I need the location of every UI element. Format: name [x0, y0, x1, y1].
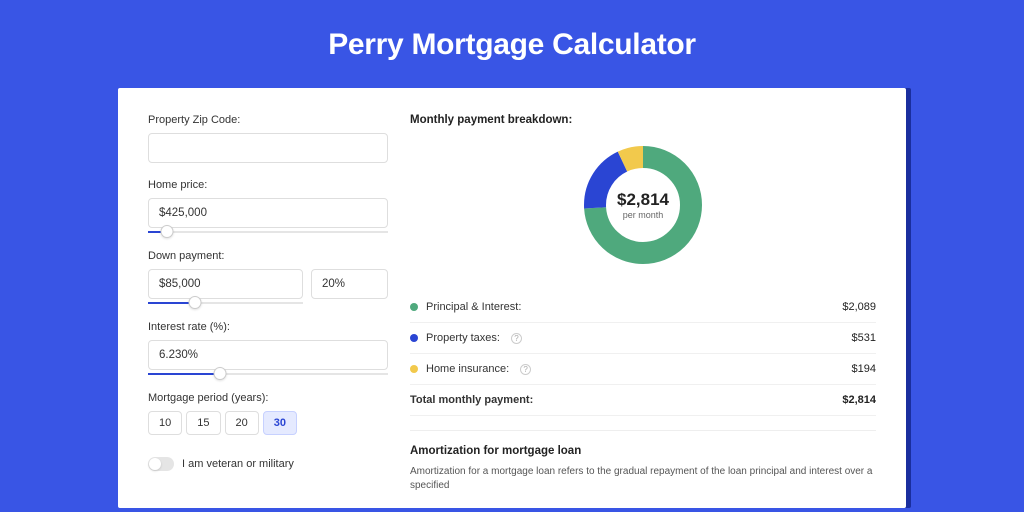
legend-home-insurance: Home insurance: ? $194 — [410, 354, 876, 385]
down-payment-slider[interactable] — [148, 302, 303, 304]
total-value: $2,814 — [842, 394, 876, 406]
donut-center: $2,814 per month — [617, 190, 669, 220]
amortization-section: Amortization for mortgage loan Amortizat… — [410, 430, 876, 493]
total-label: Total monthly payment: — [410, 394, 533, 406]
zip-input[interactable] — [148, 133, 388, 163]
help-icon[interactable]: ? — [511, 333, 522, 344]
help-icon[interactable]: ? — [520, 364, 531, 375]
legend-total: Total monthly payment: $2,814 — [410, 385, 876, 416]
home-price-slider[interactable] — [148, 231, 388, 233]
veteran-label: I am veteran or military — [182, 458, 294, 470]
input-panel: Property Zip Code: Home price: Down paym… — [148, 114, 388, 508]
legend-label: Property taxes: — [426, 332, 500, 344]
period-button-group: 10 15 20 30 — [148, 411, 388, 435]
zip-label: Property Zip Code: — [148, 114, 388, 126]
period-option-15[interactable]: 15 — [186, 411, 220, 435]
slider-handle-icon[interactable] — [161, 225, 174, 238]
amortization-text: Amortization for a mortgage loan refers … — [410, 465, 876, 493]
veteran-toggle[interactable] — [148, 457, 174, 471]
interest-label: Interest rate (%): — [148, 321, 388, 333]
field-zip: Property Zip Code: — [148, 114, 388, 163]
field-home-price: Home price: — [148, 179, 388, 228]
donut-amount: $2,814 — [617, 190, 669, 210]
home-price-label: Home price: — [148, 179, 388, 191]
amortization-title: Amortization for mortgage loan — [410, 445, 876, 457]
veteran-toggle-row: I am veteran or military — [148, 457, 388, 471]
dot-green-icon — [410, 303, 418, 311]
slider-handle-icon[interactable] — [188, 296, 201, 309]
donut-area: $2,814 per month — [410, 140, 876, 270]
donut-sub: per month — [617, 210, 669, 220]
legend-label: Home insurance: — [426, 363, 509, 375]
slider-handle-icon[interactable] — [214, 367, 227, 380]
home-price-input[interactable] — [148, 198, 388, 228]
period-option-10[interactable]: 10 — [148, 411, 182, 435]
breakdown-title: Monthly payment breakdown: — [410, 114, 876, 126]
breakdown-panel: Monthly payment breakdown: $2,814 per mo… — [410, 114, 876, 508]
down-payment-label: Down payment: — [148, 250, 388, 262]
legend-property-taxes: Property taxes: ? $531 — [410, 323, 876, 354]
legend-value: $531 — [852, 332, 876, 344]
legend-value: $2,089 — [842, 301, 876, 313]
interest-input[interactable] — [148, 340, 388, 370]
field-interest-rate: Interest rate (%): — [148, 321, 388, 370]
field-mortgage-period: Mortgage period (years): 10 15 20 30 — [148, 392, 388, 435]
toggle-knob-icon — [149, 458, 161, 470]
down-payment-percent-input[interactable] — [311, 269, 388, 299]
page-title: Perry Mortgage Calculator — [328, 28, 696, 62]
period-option-30[interactable]: 30 — [263, 411, 297, 435]
interest-slider[interactable] — [148, 373, 388, 375]
dot-blue-icon — [410, 334, 418, 342]
down-payment-amount-input[interactable] — [148, 269, 303, 299]
calculator-card: Property Zip Code: Home price: Down paym… — [118, 88, 906, 508]
legend-value: $194 — [852, 363, 876, 375]
legend-label: Principal & Interest: — [426, 301, 521, 313]
dot-yellow-icon — [410, 365, 418, 373]
period-option-20[interactable]: 20 — [225, 411, 259, 435]
field-down-payment: Down payment: — [148, 250, 388, 299]
donut-chart: $2,814 per month — [578, 140, 708, 270]
period-label: Mortgage period (years): — [148, 392, 388, 404]
legend-principal-interest: Principal & Interest: $2,089 — [410, 292, 876, 323]
